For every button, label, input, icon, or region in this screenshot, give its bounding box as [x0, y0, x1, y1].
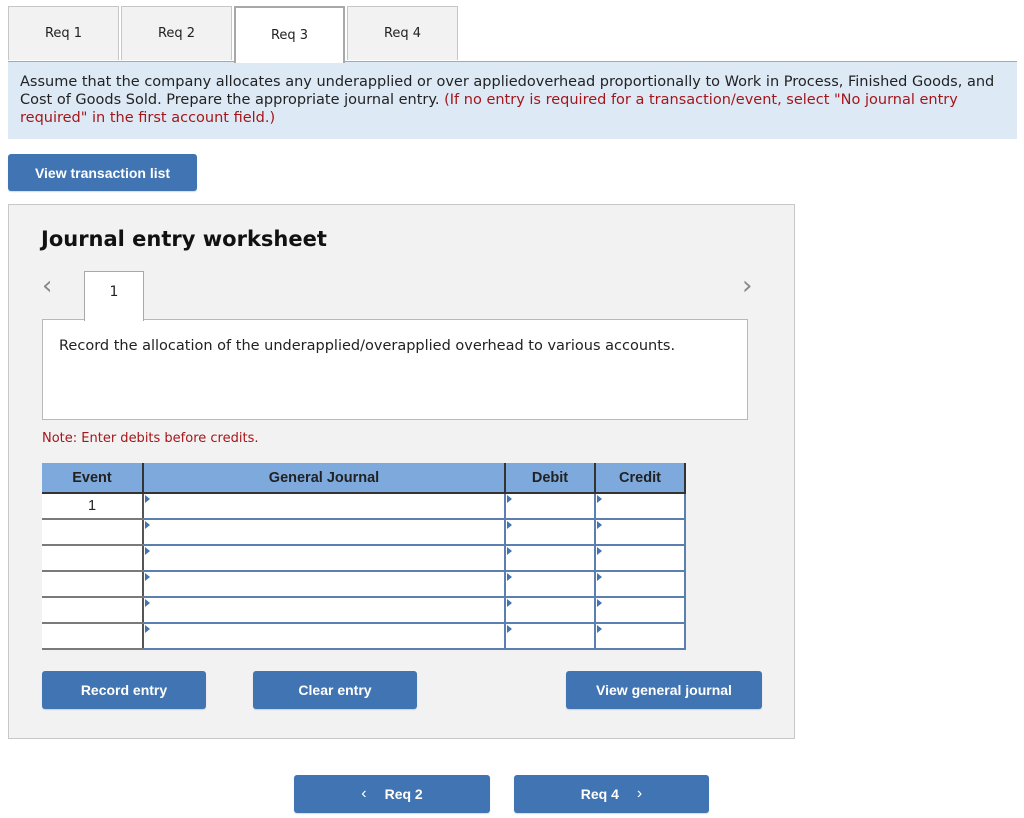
- debit-cell: [504, 597, 596, 624]
- event-cell: [42, 597, 144, 624]
- debit-cell: [504, 492, 596, 520]
- credit-input[interactable]: [596, 520, 684, 544]
- field-marker-icon: [507, 521, 512, 529]
- credit-cell: [594, 571, 686, 598]
- credit-cell: [594, 492, 686, 520]
- record-entry-button[interactable]: Record entry: [42, 671, 206, 709]
- field-marker-icon: [507, 599, 512, 607]
- account-cell: [142, 571, 506, 598]
- account-input[interactable]: [144, 520, 504, 544]
- field-marker-icon: [597, 495, 602, 503]
- credit-input[interactable]: [596, 546, 684, 570]
- field-marker-icon: [507, 573, 512, 581]
- credit-input[interactable]: [596, 494, 684, 518]
- next-requirement-label: Req 4: [580, 786, 619, 802]
- debits-credits-note: Note: Enter debits before credits.: [42, 431, 259, 446]
- view-general-journal-button[interactable]: View general journal: [566, 671, 762, 709]
- journal-row: [42, 623, 686, 650]
- journal-table: Event General Journal Debit Credit 1: [42, 463, 686, 650]
- field-marker-icon: [507, 495, 512, 503]
- field-marker-icon: [597, 625, 602, 633]
- debit-cell: [504, 623, 596, 650]
- account-input[interactable]: [144, 572, 504, 596]
- account-cell: [142, 492, 506, 520]
- journal-row: [42, 545, 686, 572]
- field-marker-icon: [145, 599, 150, 607]
- prev-requirement-label: Req 2: [384, 786, 423, 802]
- tab-req-2[interactable]: Req 2: [121, 6, 232, 60]
- tab-req-1[interactable]: Req 1: [8, 6, 119, 60]
- journal-table-header: Event General Journal Debit Credit: [42, 463, 686, 494]
- debit-input[interactable]: [506, 494, 594, 518]
- account-input[interactable]: [144, 546, 504, 570]
- field-marker-icon: [145, 625, 150, 633]
- field-marker-icon: [145, 547, 150, 555]
- view-transaction-list-button[interactable]: View transaction list: [8, 154, 197, 191]
- next-requirement-button[interactable]: Req 4 ›: [514, 775, 709, 813]
- journal-row: [42, 571, 686, 598]
- column-header-event: Event: [42, 463, 144, 494]
- chevron-right-icon: ›: [636, 785, 643, 802]
- field-marker-icon: [145, 495, 150, 503]
- debit-input[interactable]: [506, 520, 594, 544]
- field-marker-icon: [507, 625, 512, 633]
- worksheet-title: Journal entry worksheet: [41, 227, 327, 251]
- journal-row: [42, 519, 686, 546]
- event-cell: 1: [42, 493, 144, 520]
- chevron-right-icon[interactable]: ›: [742, 273, 752, 299]
- event-cell: [42, 571, 144, 598]
- event-cell: [42, 545, 144, 572]
- account-cell: [142, 623, 506, 650]
- field-marker-icon: [507, 547, 512, 555]
- credit-input[interactable]: [596, 624, 684, 648]
- field-marker-icon: [145, 521, 150, 529]
- field-marker-icon: [597, 521, 602, 529]
- clear-entry-button[interactable]: Clear entry: [253, 671, 417, 709]
- tab-req-3[interactable]: Req 3: [234, 6, 345, 63]
- debit-input[interactable]: [506, 624, 594, 648]
- prev-requirement-button[interactable]: ‹ Req 2: [294, 775, 490, 813]
- credit-cell: [594, 519, 686, 546]
- column-header-general-journal: General Journal: [143, 463, 506, 494]
- account-input[interactable]: [144, 624, 504, 648]
- field-marker-icon: [597, 599, 602, 607]
- column-header-credit: Credit: [595, 463, 686, 494]
- credit-input[interactable]: [596, 598, 684, 622]
- field-marker-icon: [597, 547, 602, 555]
- chevron-left-icon[interactable]: ‹: [42, 273, 52, 299]
- account-input[interactable]: [144, 494, 504, 518]
- entry-description: Record the allocation of the underapplie…: [42, 319, 748, 420]
- account-cell: [142, 597, 506, 624]
- tab-req-4[interactable]: Req 4: [347, 6, 458, 60]
- field-marker-icon: [145, 573, 150, 581]
- journal-entry-worksheet: Journal entry worksheet ‹ › 1 Record the…: [8, 204, 795, 739]
- debit-cell: [504, 571, 596, 598]
- account-cell: [142, 519, 506, 546]
- field-marker-icon: [597, 573, 602, 581]
- chevron-left-icon: ‹: [361, 785, 367, 802]
- credit-input[interactable]: [596, 572, 684, 596]
- credit-cell: [594, 597, 686, 624]
- debit-cell: [504, 519, 596, 546]
- journal-row: [42, 597, 686, 624]
- event-cell: [42, 623, 144, 650]
- credit-cell: [594, 623, 686, 650]
- debit-input[interactable]: [506, 598, 594, 622]
- journal-row: 1: [42, 492, 686, 520]
- debit-input[interactable]: [506, 546, 594, 570]
- event-cell: [42, 519, 144, 546]
- instructions-panel: Assume that the company allocates any un…: [8, 62, 1017, 139]
- entry-tab-1[interactable]: 1: [84, 271, 144, 321]
- credit-cell: [594, 545, 686, 572]
- column-header-debit: Debit: [505, 463, 596, 494]
- account-input[interactable]: [144, 598, 504, 622]
- account-cell: [142, 545, 506, 572]
- debit-cell: [504, 545, 596, 572]
- requirement-tabs: Req 1 Req 2 Req 3 Req 4: [8, 6, 460, 63]
- debit-input[interactable]: [506, 572, 594, 596]
